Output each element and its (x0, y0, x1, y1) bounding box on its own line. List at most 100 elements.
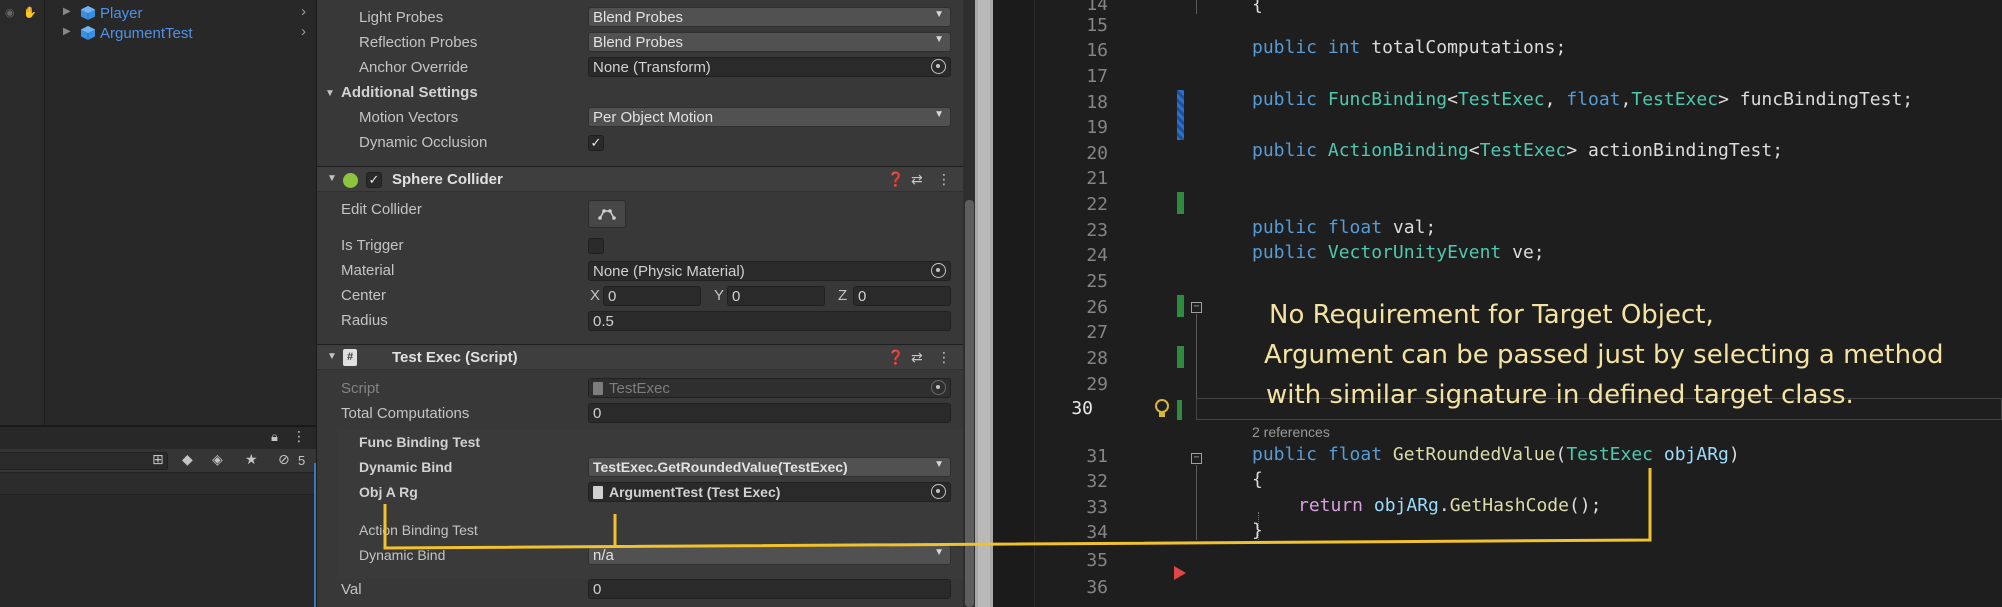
obj-arg-field[interactable]: ArgumentTest (Test Exec) (588, 482, 951, 502)
field-value: TestExec (609, 380, 670, 397)
saved-change-marker (1177, 346, 1184, 368)
func-binding-test-label: Func Binding Test (359, 434, 481, 450)
splitter-inner (978, 0, 990, 607)
line-number: 32 (1086, 471, 1108, 492)
inspector-panel: Light Probes Blend Probes ▼ Reflection P… (316, 0, 975, 607)
lightbulb-icon[interactable] (1153, 398, 1171, 420)
sphere-collider-enabled-checkbox[interactable]: ✓ (366, 172, 382, 188)
action-dynamic-bind-label: Dynamic Bind (359, 547, 446, 563)
saved-change-marker (1177, 192, 1184, 214)
hierarchy-item-player[interactable]: ◉ ✋ ▶ Player › (0, 3, 316, 23)
project-search-input[interactable] (0, 452, 168, 470)
dropdown-value: Blend Probes (593, 34, 684, 51)
dropdown-value: Per Object Motion (593, 109, 714, 126)
object-picker-icon[interactable] (931, 59, 946, 74)
line-number: 22 (1086, 194, 1108, 215)
sphere-collider-icon (343, 173, 358, 188)
line-number: 15 (1086, 15, 1108, 36)
additional-settings-label[interactable]: Additional Settings (341, 84, 478, 101)
line-number: 34 (1086, 522, 1108, 543)
code-line-23: public float val; (1252, 217, 1437, 238)
dropdown-value: Blend Probes (593, 9, 684, 26)
hidden-packages-eye-icon[interactable]: ⊘ (278, 451, 290, 468)
annotation-line-2: Argument can be passed just by selecting… (1264, 340, 1944, 370)
code-line-16: public int totalComputations; (1252, 37, 1567, 58)
code-editor[interactable]: 14 15 16 17 18 19 20 21 22 23 24 25 26 2… (993, 0, 2002, 607)
action-dynamic-bind-dropdown[interactable]: n/a ▼ (588, 545, 951, 565)
center-z-label[interactable]: Z (838, 287, 847, 304)
pickability-hand-icon[interactable]: ✋ (23, 6, 37, 19)
filter-by-label-icon[interactable]: ◈ (212, 451, 223, 468)
help-icon[interactable]: ❓ (887, 171, 904, 188)
hierarchy-item-argumenttest[interactable]: ▶ ArgumentTest › (0, 23, 316, 43)
radius-field[interactable]: 0.5 (588, 311, 951, 331)
visibility-eye-icon[interactable]: ◉ (5, 6, 21, 19)
edit-collider-button[interactable] (588, 200, 626, 228)
fold-triangle-icon[interactable]: ▼ (327, 173, 337, 184)
center-y-label[interactable]: Y (714, 287, 724, 304)
expand-triangle-icon[interactable]: ▶ (63, 6, 71, 17)
kebab-menu-icon[interactable]: ⋮ (937, 171, 951, 188)
hidden-packages-count: 5 (298, 453, 306, 468)
annotation-line-1: No Requirement for Target Object, (1269, 300, 1714, 330)
motion-vectors-dropdown[interactable]: Per Object Motion ▼ (588, 107, 951, 127)
expand-triangle-icon[interactable]: ▶ (63, 26, 71, 37)
window-splitter[interactable] (975, 0, 993, 607)
filter-by-type-icon[interactable]: ◆ (182, 451, 193, 468)
preset-icon[interactable]: ⇄ (911, 171, 923, 188)
breakpoint-arrow-icon[interactable] (1174, 566, 1186, 580)
dynamic-bind-dropdown[interactable]: TestExec.GetRoundedValue(TestExec) ▼ (588, 457, 951, 477)
val-label: Val (341, 581, 362, 598)
code-line: { (1252, 0, 1263, 15)
line-number: 19 (1086, 117, 1108, 138)
center-x-field[interactable]: 0 (603, 286, 701, 306)
center-z-field[interactable]: 0 (853, 286, 951, 306)
inspector-scrollbar[interactable] (963, 0, 975, 607)
help-icon[interactable]: ❓ (887, 349, 904, 366)
object-picker-icon[interactable] (931, 263, 946, 278)
references-codelens[interactable]: 2 references (1252, 424, 1330, 440)
fold-triangle-icon[interactable]: ▼ (327, 351, 337, 362)
center-x-label[interactable]: X (590, 287, 600, 304)
preset-icon[interactable]: ⇄ (911, 349, 923, 366)
code-line-32: { (1252, 469, 1263, 490)
lock-icon[interactable]: 🔒︎ (271, 429, 278, 445)
is-trigger-checkbox[interactable] (588, 238, 604, 254)
object-picker-icon[interactable] (931, 484, 946, 499)
chevron-right-icon[interactable]: › (301, 23, 306, 40)
center-y-field[interactable]: 0 (727, 286, 825, 306)
favorite-star-icon[interactable]: ★ (245, 451, 258, 468)
test-exec-header[interactable]: ▼ # Test Exec (Script) ❓ ⇄ ⋮ (317, 344, 975, 370)
kebab-menu-icon[interactable]: ⋮ (292, 428, 306, 445)
saved-change-marker (1177, 295, 1184, 317)
gameobject-cube-icon (80, 25, 96, 41)
caret-down-icon: ▼ (934, 547, 944, 558)
chevron-right-icon[interactable]: › (301, 3, 306, 20)
project-selected-row[interactable] (0, 474, 316, 495)
field-value: ArgumentTest (Test Exec) (609, 484, 781, 500)
script-hash-icon: # (343, 349, 357, 366)
light-probes-dropdown[interactable]: Blend Probes ▼ (588, 7, 951, 27)
scrollbar-thumb[interactable] (965, 200, 974, 607)
kebab-menu-icon[interactable]: ⋮ (937, 349, 951, 366)
sphere-collider-header[interactable]: ▼ ✓ Sphere Collider ❓ ⇄ ⋮ (317, 166, 975, 192)
obj-arg-label: Obj A Rg (359, 484, 418, 500)
reflection-probes-dropdown[interactable]: Blend Probes ▼ (588, 32, 951, 52)
line-number: 21 (1086, 168, 1108, 189)
total-computations-field[interactable]: 0 (588, 403, 951, 423)
line-number: 25 (1086, 271, 1108, 292)
val-field[interactable]: 0 (588, 579, 951, 599)
search-by-type-icon[interactable]: ⊞ (152, 451, 164, 468)
gameobject-cube-icon (80, 5, 96, 21)
light-probes-label: Light Probes (359, 9, 444, 26)
dynamic-occlusion-checkbox[interactable]: ✓ (588, 135, 604, 151)
line-number: 31 (1086, 446, 1108, 467)
editor-margin (993, 0, 1035, 607)
line-number: 28 (1086, 348, 1108, 369)
material-field[interactable]: None (Physic Material) (588, 261, 951, 281)
anchor-override-field[interactable]: None (Transform) (588, 57, 951, 77)
collapse-icon[interactable]: − (1191, 453, 1202, 464)
fold-triangle-icon[interactable]: ▼ (325, 88, 335, 99)
line-number: 35 (1086, 550, 1108, 571)
collapse-icon[interactable]: − (1191, 302, 1202, 313)
